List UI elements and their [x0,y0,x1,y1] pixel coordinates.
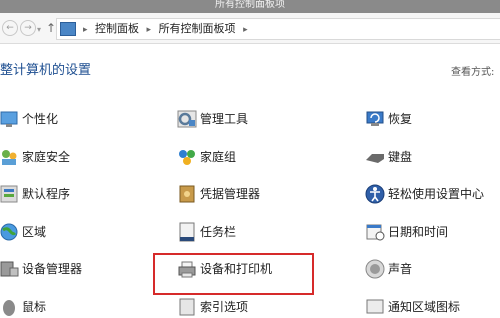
item-label: 任务栏 [200,225,237,239]
back-icon[interactable]: ← [2,20,18,36]
device-manager-icon [0,261,19,277]
forward-icon[interactable]: → [20,20,36,36]
item-label: 默认程序 [22,187,71,201]
item-label: 凭据管理器 [200,187,261,201]
sound-icon [365,259,385,279]
keyboard-icon [366,154,384,163]
taskbar-icon [179,222,195,242]
personalize-icon [0,111,18,127]
address-bar[interactable]: ▸ 控制面板 ▸ 所有控制面板项 ▸ [56,18,500,40]
item-label: 通知区域图标 [388,300,461,314]
breadcrumb-all-items[interactable]: 所有控制面板项 [159,22,236,35]
highlight-box [153,253,314,295]
history-dropdown-icon[interactable]: ▾ [37,22,41,38]
item-label: 区域 [22,225,47,239]
breadcrumb-separator-icon: ▸ [83,25,88,35]
homegroup-icon [179,150,195,165]
breadcrumb-separator-icon: ▸ [243,25,248,35]
indexing-icon [179,298,195,316]
item-label: 家庭组 [200,150,237,164]
item-label: 管理工具 [200,112,249,126]
item-label: 索引选项 [200,300,249,314]
control-panel-icon [60,22,76,36]
region-icon [0,223,18,241]
view-by-label[interactable]: 查看方式: [451,63,494,78]
item-label: 恢复 [388,112,413,126]
item-label: 个性化 [22,112,59,126]
item-label: 声音 [388,262,413,276]
up-icon[interactable]: ↑ [46,20,56,36]
item-label: 轻松使用设置中心 [388,187,485,201]
navigation-bar: ← → ▾ ↑ ▸ 控制面板 ▸ 所有控制面板项 ▸ [0,13,500,44]
item-label: 设备管理器 [22,262,83,276]
mouse-icon [3,300,15,316]
notification-icons-icon [366,299,384,314]
item-label: 日期和时间 [388,225,449,239]
admin-tools-icon [177,110,197,128]
date-time-icon [366,224,385,241]
credential-manager-icon [179,185,195,203]
window-title: 所有控制面板项 [0,0,500,13]
family-safety-icon [2,150,17,165]
item-label: 键盘 [388,150,413,164]
page-title: 整计算机的设置 [0,63,92,78]
recovery-icon [366,111,384,126]
breadcrumb-separator-icon: ▸ [146,25,152,35]
ease-of-access-icon [365,184,385,204]
breadcrumb-control-panel[interactable]: 控制面板 [95,22,139,35]
default-programs-icon [0,185,18,203]
item-label: 鼠标 [22,300,47,314]
item-label: 家庭安全 [22,150,71,164]
breadcrumb: ▸ 控制面板 ▸ 所有控制面板项 ▸ [79,21,252,38]
